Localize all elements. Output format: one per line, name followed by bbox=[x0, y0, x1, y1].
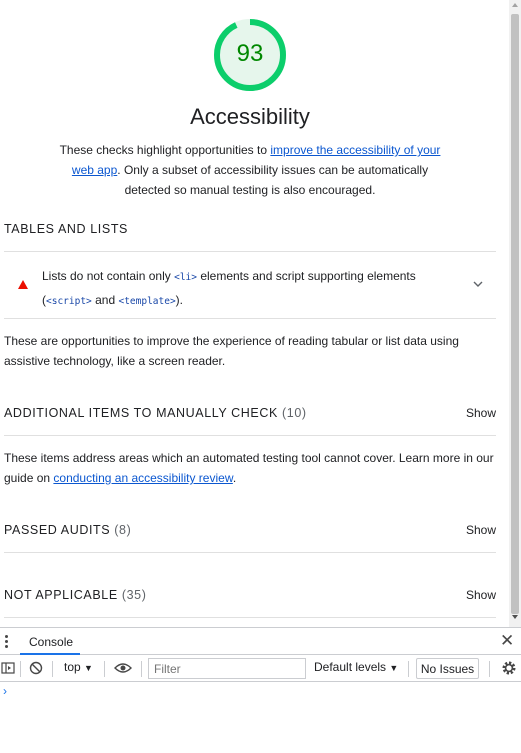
fail-triangle-icon bbox=[18, 280, 28, 289]
scrollbar-thumb[interactable] bbox=[511, 14, 519, 614]
divider bbox=[4, 435, 496, 436]
levels-label: Default levels bbox=[314, 660, 387, 674]
more-tabs-icon[interactable] bbox=[5, 635, 9, 649]
scroll-up-icon[interactable] bbox=[512, 3, 518, 7]
toolbar-separator bbox=[52, 661, 53, 677]
toolbar-separator bbox=[104, 661, 105, 677]
gear-icon[interactable] bbox=[501, 660, 517, 676]
divider bbox=[4, 552, 496, 553]
tables-and-lists-description: These are opportunities to improve the e… bbox=[4, 334, 459, 368]
devtools-drawer: Console ✕ top ▼ Default levels ▼ No Issu… bbox=[0, 627, 521, 753]
manual-check-title: ADDITIONAL ITEMS TO MANUALLY CHECK bbox=[4, 406, 278, 420]
not-applicable-header: NOT APPLICABLE (35) bbox=[4, 588, 147, 602]
category-description: These checks highlight opportunities to … bbox=[50, 140, 450, 200]
eye-icon[interactable] bbox=[114, 662, 132, 674]
manual-description-end: . bbox=[232, 471, 237, 485]
scroll-down-icon[interactable] bbox=[512, 615, 518, 619]
manual-description: These items address areas which an autom… bbox=[4, 448, 496, 488]
context-selector[interactable]: top ▼ bbox=[64, 660, 93, 674]
audit-title-part: and bbox=[91, 293, 119, 307]
divider bbox=[4, 318, 496, 319]
not-applicable-title: NOT APPLICABLE bbox=[4, 588, 118, 602]
code-li: <li> bbox=[174, 272, 197, 283]
manual-show-button[interactable]: Show bbox=[466, 406, 496, 420]
toolbar-separator bbox=[141, 661, 142, 677]
toolbar-separator bbox=[20, 661, 21, 677]
toolbar-separator bbox=[489, 661, 490, 677]
tab-console[interactable]: Console bbox=[20, 628, 80, 655]
passed-show-button[interactable]: Show bbox=[466, 523, 496, 537]
passed-audits-title: PASSED AUDITS bbox=[4, 523, 111, 537]
console-prompt[interactable]: › bbox=[3, 684, 7, 698]
dropdown-arrow-icon: ▼ bbox=[84, 663, 93, 673]
clear-console-icon[interactable] bbox=[29, 661, 43, 675]
code-template: <template> bbox=[118, 296, 176, 307]
close-icon[interactable]: ✕ bbox=[500, 631, 514, 651]
manual-check-header: ADDITIONAL ITEMS TO MANUALLY CHECK (10) bbox=[4, 406, 307, 420]
manual-check-count: (10) bbox=[282, 406, 307, 420]
drawer-tab-bar: Console ✕ bbox=[0, 627, 521, 655]
report-scrollbar[interactable] bbox=[509, 0, 521, 627]
accessibility-review-link[interactable]: conducting an accessibility review bbox=[53, 471, 232, 485]
divider bbox=[4, 617, 496, 618]
audit-title: Lists do not contain only <li> elements … bbox=[42, 265, 462, 313]
audit-title-part: Lists do not contain only bbox=[42, 269, 175, 283]
issues-button[interactable]: No Issues bbox=[416, 658, 479, 679]
not-applicable-show-button[interactable]: Show bbox=[466, 588, 496, 602]
audit-title-part: ). bbox=[175, 293, 184, 307]
dropdown-arrow-icon: ▼ bbox=[389, 663, 399, 673]
code-script: <script> bbox=[46, 296, 92, 307]
log-levels-dropdown[interactable]: Default levels ▼ bbox=[314, 660, 398, 674]
passed-audits-count: (8) bbox=[114, 523, 132, 537]
description-text-end: . Only a subset of accessibility issues … bbox=[117, 163, 429, 197]
score-value: 93 bbox=[236, 40, 264, 67]
filter-input[interactable] bbox=[148, 658, 306, 679]
sidebar-toggle-icon[interactable] bbox=[1, 661, 15, 675]
context-value: top bbox=[64, 660, 81, 674]
console-toolbar: top ▼ Default levels ▼ No Issues bbox=[0, 655, 521, 682]
passed-audits-header: PASSED AUDITS (8) bbox=[4, 523, 131, 537]
chevron-down-icon[interactable] bbox=[473, 279, 483, 289]
description-text: These checks highlight opportunities to bbox=[59, 143, 271, 157]
lighthouse-report: 93 Accessibility These checks highlight … bbox=[0, 0, 509, 627]
not-applicable-count: (35) bbox=[121, 588, 147, 602]
category-title: Accessibility bbox=[190, 104, 310, 129]
toolbar-separator bbox=[408, 661, 409, 677]
audit-list-items[interactable]: Lists do not contain only <li> elements … bbox=[0, 252, 496, 318]
tables-and-lists-header: TABLES AND LISTS bbox=[4, 222, 128, 236]
